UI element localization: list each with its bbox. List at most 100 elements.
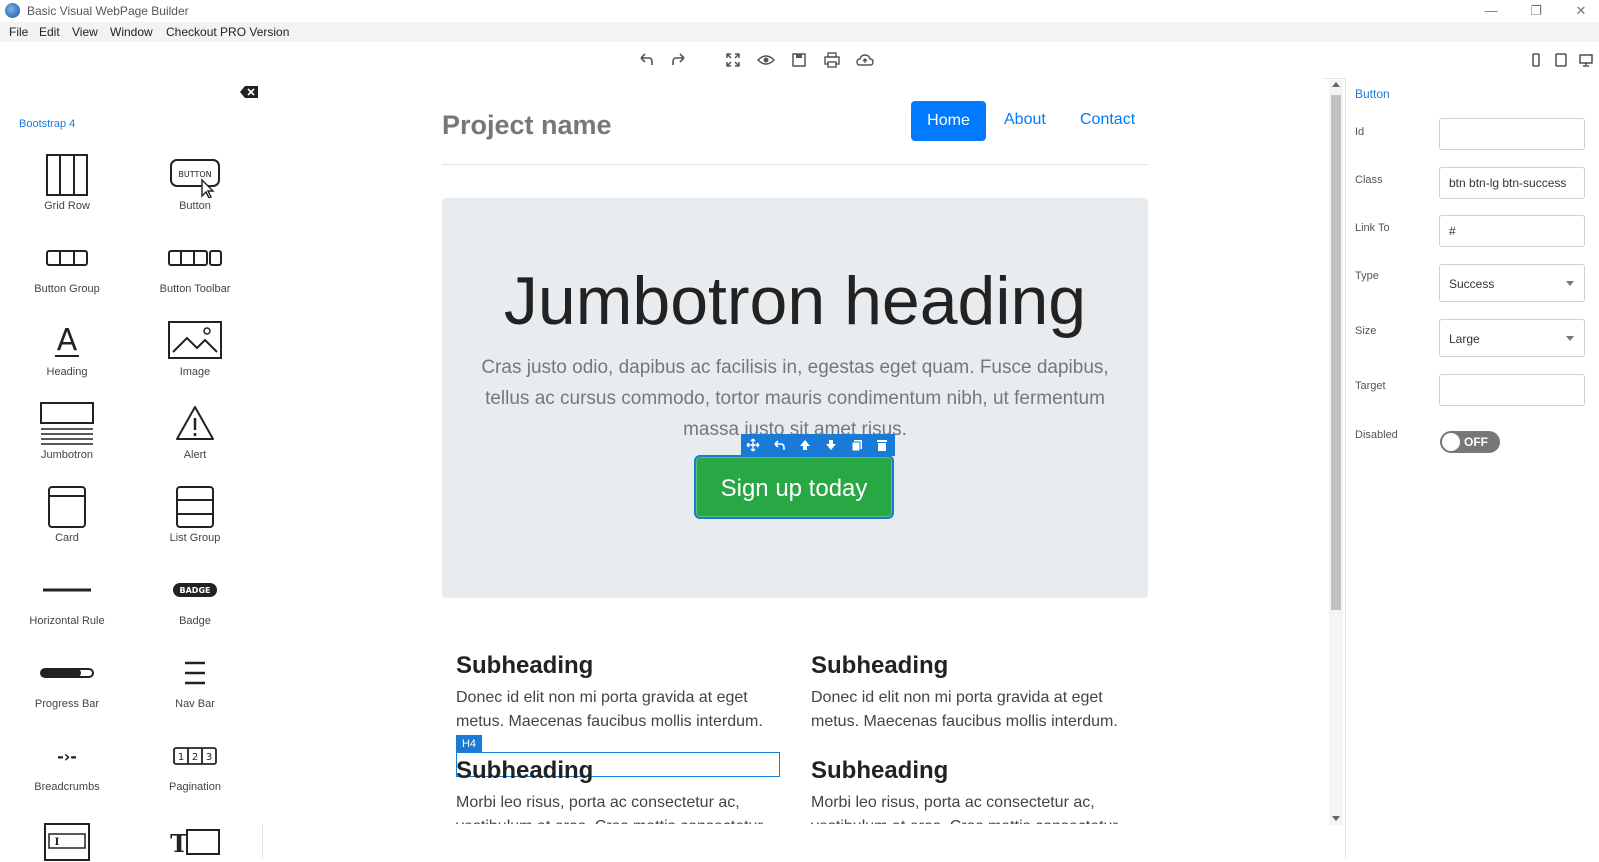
project-name[interactable]: Project name [442, 110, 612, 141]
menu-checkout-pro[interactable]: Checkout PRO Version [166, 25, 289, 39]
button-group-icon [46, 250, 88, 266]
subheading-2[interactable]: Subheading [811, 652, 948, 680]
component-button-group[interactable]: Button Group [7, 235, 127, 295]
clone-icon[interactable] [850, 438, 864, 452]
grid-row-icon [46, 154, 88, 196]
menu-file[interactable]: File [9, 25, 28, 39]
scroll-up-arrow-icon[interactable] [1332, 82, 1340, 87]
svg-text:3: 3 [206, 752, 212, 763]
component-input[interactable]: I [7, 816, 127, 862]
menu-view[interactable]: View [72, 25, 98, 39]
component-image[interactable]: Image [135, 318, 255, 378]
paragraph-1[interactable]: Donec id elit non mi porta gravida at eg… [456, 686, 786, 734]
paragraph-4[interactable]: Morbi leo risus, porta ac consectetur ac… [811, 791, 1141, 824]
fullscreen-icon[interactable] [724, 51, 742, 69]
size-select[interactable]: Large [1439, 319, 1585, 357]
svg-text:BADGE: BADGE [180, 586, 211, 595]
print-icon[interactable] [823, 51, 841, 69]
size-chevron-down-icon [1566, 336, 1574, 341]
svg-text:1: 1 [178, 752, 184, 763]
class-input[interactable] [1439, 167, 1585, 199]
component-card[interactable]: Card [7, 484, 127, 544]
minimize-button[interactable]: — [1468, 0, 1514, 22]
toolbar [0, 42, 1599, 79]
disabled-toggle[interactable]: OFF [1440, 431, 1500, 453]
nav-bar-icon [185, 661, 205, 685]
h4-tag-badge: H4 [456, 735, 482, 753]
size-label: Size [1355, 325, 1377, 337]
sign-up-button[interactable]: Sign up today [694, 455, 894, 519]
save-icon[interactable] [790, 51, 808, 69]
component-breadcrumbs[interactable]: -›- Breadcrumbs [7, 733, 127, 793]
move-down-icon[interactable] [824, 438, 838, 452]
svg-text:BUTTON: BUTTON [178, 170, 211, 179]
delete-icon[interactable] [875, 438, 889, 452]
image-icon [168, 321, 222, 359]
component-pagination[interactable]: 1 2 3 Pagination [135, 733, 255, 793]
jumbotron-heading[interactable]: Jumbotron heading [442, 262, 1148, 340]
text-field-icon: T [170, 829, 220, 858]
redo-icon[interactable] [670, 51, 688, 69]
component-button-toolbar[interactable]: Button Toolbar [135, 235, 255, 295]
svg-text:A: A [57, 323, 78, 358]
nav-home-link[interactable]: Home [911, 101, 986, 141]
component-alert[interactable]: Alert [135, 401, 255, 461]
toggle-knob [1442, 433, 1460, 451]
preview-icon[interactable] [757, 51, 775, 69]
jumbotron-text[interactable]: Cras justo odio, dapibus ac facilisis in… [472, 352, 1118, 445]
desktop-icon[interactable] [1579, 53, 1593, 67]
cloud-upload-icon[interactable] [856, 51, 874, 69]
menu-edit[interactable]: Edit [39, 25, 60, 39]
component-list-group[interactable]: List Group [135, 484, 255, 544]
move-icon[interactable] [746, 438, 760, 452]
type-select[interactable]: Success [1439, 264, 1585, 302]
component-nav-bar[interactable]: Nav Bar [135, 650, 255, 710]
type-chevron-down-icon [1566, 281, 1574, 286]
phone-icon[interactable] [1529, 53, 1543, 67]
undo-icon[interactable] [637, 51, 655, 69]
svg-text:T: T [170, 829, 188, 858]
paragraph-3[interactable]: Morbi leo risus, porta ac consectetur ac… [456, 791, 786, 824]
tablet-icon[interactable] [1554, 53, 1568, 67]
component-button[interactable]: BUTTON Button [135, 152, 255, 212]
menu-bar: File Edit View Window Checkout PRO Versi… [0, 22, 1599, 42]
nav-about-link[interactable]: About [1004, 111, 1046, 129]
type-select-value: Success [1449, 277, 1495, 291]
components-panel: Bootstrap 4 Grid Row BUTTON Button Butto… [0, 78, 263, 862]
paragraph-2[interactable]: Donec id elit non mi porta gravida at eg… [811, 686, 1141, 734]
header-divider [442, 164, 1148, 165]
progress-bar-icon [40, 668, 94, 678]
clear-search-icon[interactable] [240, 86, 258, 98]
close-button[interactable]: ✕ [1558, 0, 1599, 22]
canvas-scrollbar-thumb[interactable] [1331, 95, 1341, 610]
link-to-input[interactable] [1439, 215, 1585, 247]
component-badge[interactable]: BADGE Badge [135, 567, 255, 627]
menu-window[interactable]: Window [110, 25, 153, 39]
horizontal-rule-icon [43, 588, 91, 592]
component-heading[interactable]: A Heading [7, 318, 127, 378]
id-input[interactable] [1439, 118, 1585, 150]
scroll-down-arrow-icon[interactable] [1332, 816, 1340, 821]
maximize-button[interactable]: ❐ [1513, 0, 1559, 22]
toggle-state: OFF [1464, 435, 1488, 449]
svg-text:I: I [55, 837, 60, 848]
list-group-icon [176, 486, 214, 528]
component-progress-bar[interactable]: Progress Bar [7, 650, 127, 710]
component-text-field[interactable]: T [135, 816, 255, 862]
svg-text:-›-: -›- [57, 747, 77, 766]
subheading-4[interactable]: Subheading [811, 757, 948, 785]
badge-icon: BADGE [173, 583, 217, 597]
properties-title: Button [1355, 87, 1390, 101]
target-input[interactable] [1439, 374, 1585, 406]
class-label: Class [1355, 174, 1383, 186]
component-horizontal-rule[interactable]: Horizontal Rule [7, 567, 127, 627]
button-icon: BUTTON [170, 159, 220, 198]
subheading-1[interactable]: Subheading [456, 652, 593, 680]
move-up-icon[interactable] [798, 438, 812, 452]
subheading-3[interactable]: Subheading [456, 757, 593, 785]
component-jumbotron[interactable]: Jumbotron [7, 401, 127, 461]
component-grid-row[interactable]: Grid Row [7, 152, 127, 212]
select-parent-icon[interactable] [772, 438, 786, 452]
nav-contact-link[interactable]: Contact [1080, 111, 1135, 129]
alert-icon [176, 406, 214, 440]
